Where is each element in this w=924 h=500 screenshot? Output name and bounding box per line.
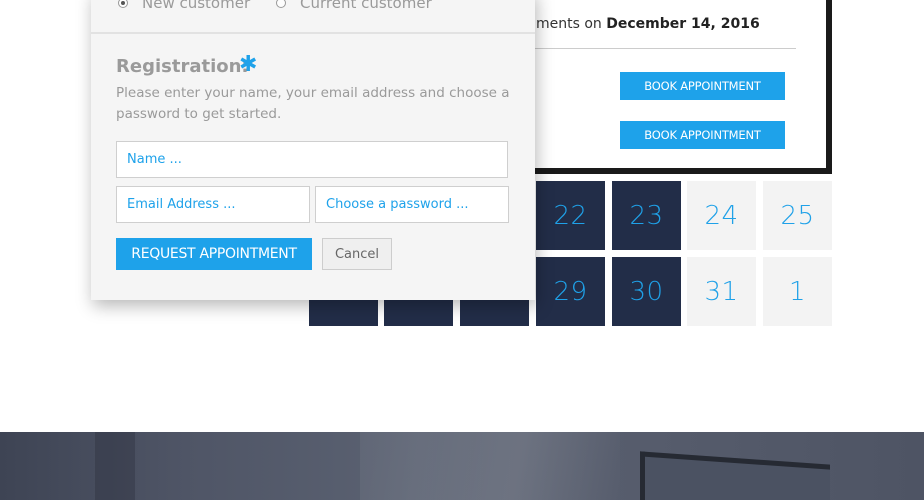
cancel-button[interactable]: Cancel bbox=[322, 238, 392, 270]
required-asterisk-icon: ✱ bbox=[239, 52, 258, 77]
booking-date-text: ments on December 14, 2016 bbox=[536, 16, 760, 32]
new-customer-label[interactable]: New customer bbox=[142, 0, 250, 12]
hero-shadow bbox=[95, 432, 135, 500]
book-appointment-button[interactable]: BOOK APPOINTMENT bbox=[620, 121, 785, 149]
calendar-day-31[interactable]: 31 bbox=[687, 257, 756, 326]
calendar-day-24[interactable]: 24 bbox=[687, 181, 756, 250]
request-appointment-button[interactable]: REQUEST APPOINTMENT bbox=[116, 238, 312, 270]
current-customer-label[interactable]: Current customer bbox=[300, 0, 432, 12]
calendar-day-25[interactable]: 25 bbox=[763, 181, 832, 250]
calendar-day-30[interactable]: 30 bbox=[612, 257, 681, 326]
calendar-day-23[interactable]: 23 bbox=[612, 181, 681, 250]
calendar-day-22[interactable]: 22 bbox=[536, 181, 605, 250]
booking-date: December 14, 2016 bbox=[606, 16, 760, 32]
name-input[interactable] bbox=[116, 141, 508, 178]
customer-type-selector: New customer Current customer bbox=[91, 0, 535, 34]
calendar-day-29[interactable]: 29 bbox=[536, 257, 605, 326]
book-appointment-button[interactable]: BOOK APPOINTMENT bbox=[620, 72, 785, 100]
new-customer-radio[interactable] bbox=[118, 0, 128, 8]
hero-picture-frame bbox=[640, 451, 830, 500]
current-customer-radio[interactable] bbox=[276, 0, 286, 8]
hero-light bbox=[360, 432, 620, 500]
booking-text-prefix: ments on bbox=[536, 16, 602, 32]
hero-background-image bbox=[0, 432, 924, 500]
calendar-day-1[interactable]: 1 bbox=[763, 257, 832, 326]
email-input[interactable] bbox=[116, 186, 310, 223]
registration-title: Registration: bbox=[116, 56, 249, 77]
password-input[interactable] bbox=[315, 186, 509, 223]
registration-description: Please enter your name, your email addre… bbox=[116, 85, 510, 122]
registration-popup: New customer Current customer Registrati… bbox=[91, 0, 535, 300]
